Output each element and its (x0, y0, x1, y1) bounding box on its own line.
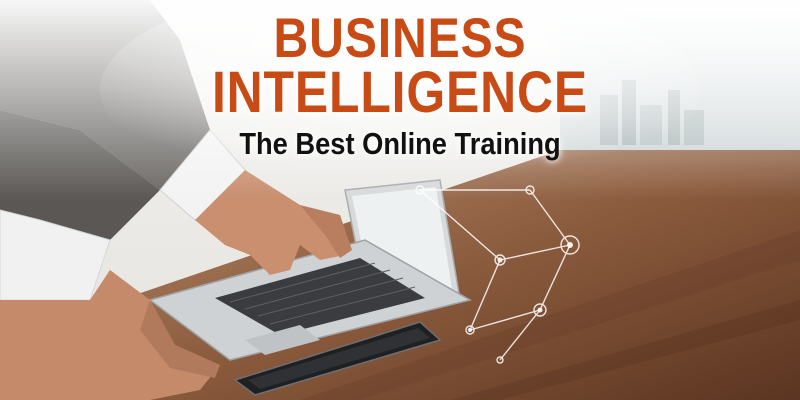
headline: BUSINESS INTELLIGENCE The Best Online Tr… (0, 10, 800, 162)
title-line-1: BUSINESS (273, 6, 527, 69)
title-line-2: INTELLIGENCE (211, 60, 589, 125)
subtitle: The Best Online Training (239, 126, 561, 161)
banner: BUSINESS INTELLIGENCE The Best Online Tr… (0, 0, 800, 400)
